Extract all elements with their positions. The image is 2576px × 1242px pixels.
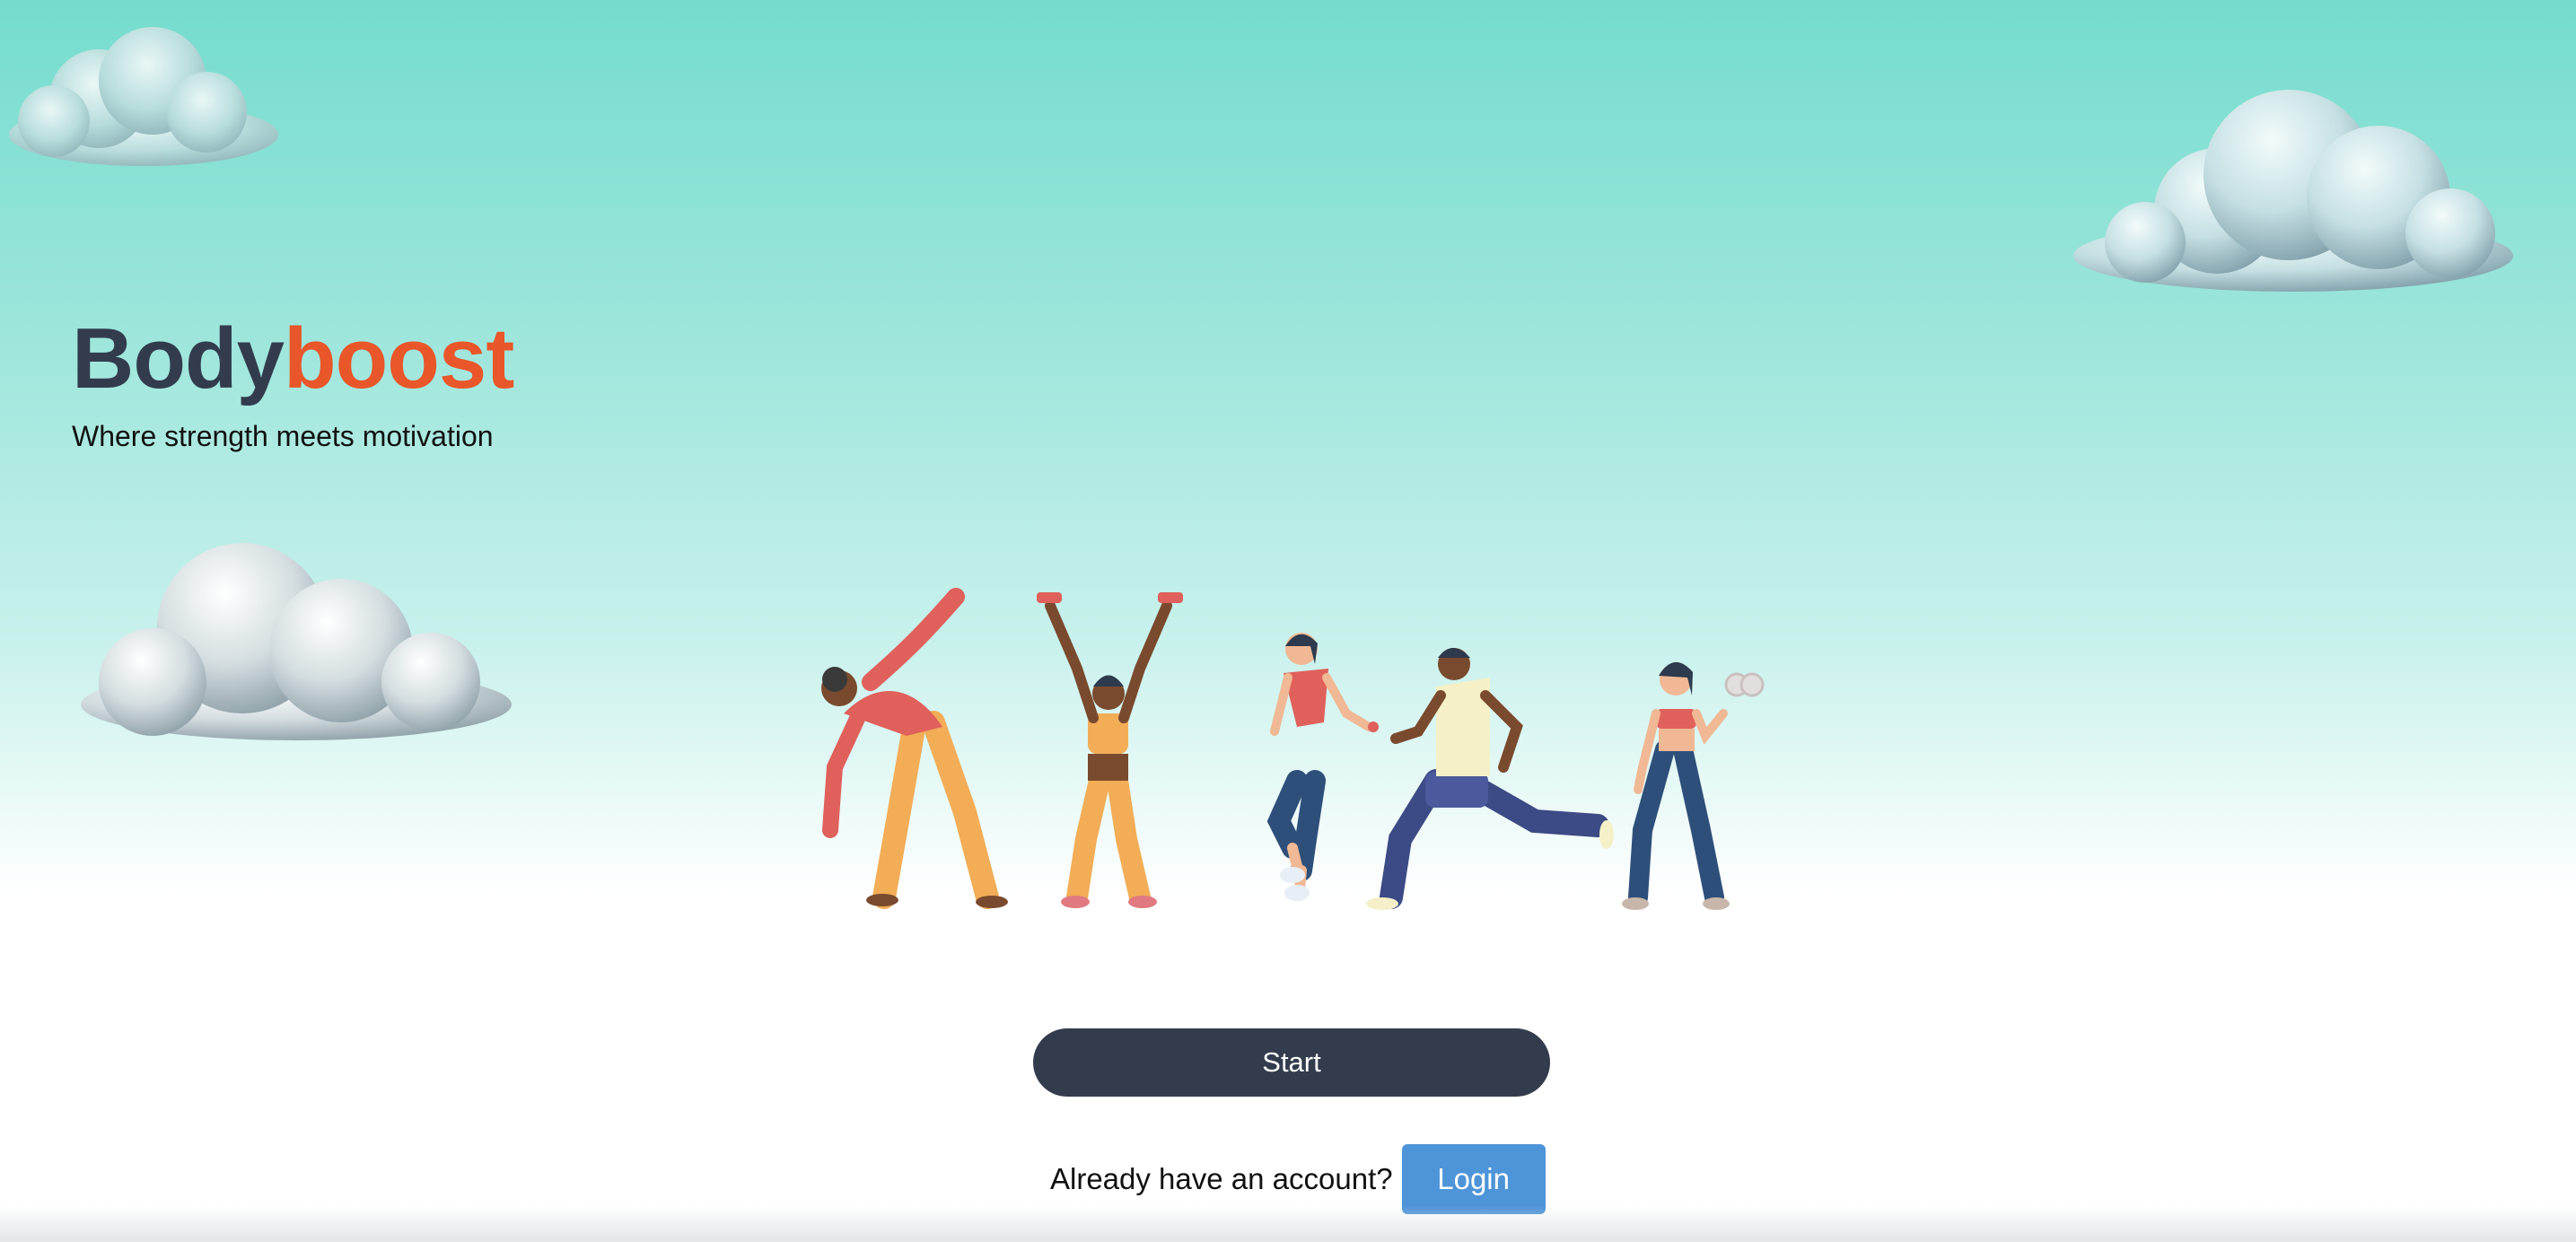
cloud-top-left [9, 27, 278, 166]
bottom-shade [0, 1206, 2576, 1242]
tagline: Where strength meets motivation [72, 420, 494, 452]
brand-block: Bodyboost Where strength meets motivatio… [72, 316, 514, 453]
figure-bicep-curl [1622, 661, 1765, 910]
app-logo: Bodyboost [72, 316, 514, 402]
figure-jogger [1266, 633, 1379, 901]
cloud-middle-left [81, 543, 512, 740]
cloud-top-right [2073, 90, 2513, 292]
login-row: Already have an account? Login [1050, 1144, 1546, 1214]
logo-body: Body [72, 310, 285, 407]
start-button[interactable]: Start [1033, 1028, 1550, 1097]
hero-illustration [821, 588, 1765, 910]
logo-boost: boost [284, 310, 514, 407]
figure-lunge [1366, 648, 1614, 910]
login-button[interactable]: Login [1401, 1144, 1546, 1214]
figure-side-stretch [821, 588, 1008, 909]
login-prompt: Already have an account? [1050, 1162, 1393, 1195]
figure-dumbbell-raise [1037, 592, 1183, 908]
